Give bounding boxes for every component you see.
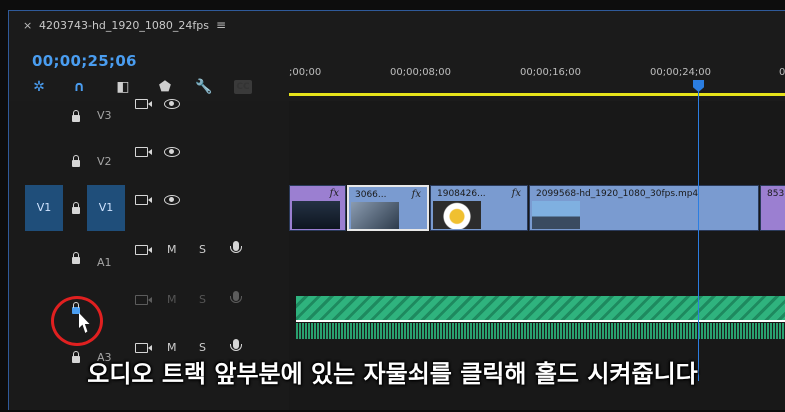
clip-thumbnail <box>292 201 340 229</box>
time-ruler[interactable]: ;00;00 00;00;08;00 00;00;16;00 00;00;24;… <box>289 47 785 95</box>
toggle-sync-lock-icon[interactable] <box>135 195 152 205</box>
toggle-track-output-eye-icon[interactable] <box>164 195 180 205</box>
audio-clip[interactable] <box>296 296 785 320</box>
audio-waveform <box>296 323 785 339</box>
ruler-label: ;00;00 <box>289 67 322 78</box>
linked-selection-icon[interactable]: ◧ <box>113 77 133 97</box>
fx-badge[interactable]: fx <box>330 188 339 199</box>
snap-magnet-icon[interactable]: ∩ <box>69 77 89 97</box>
video-clip[interactable]: 1908426... fx <box>430 185 528 231</box>
audio-volume-line[interactable] <box>296 320 785 322</box>
voice-over-record-icon[interactable] <box>230 291 242 303</box>
toggle-sync-lock-icon[interactable] <box>135 295 152 305</box>
voice-over-record-icon[interactable] <box>230 339 242 351</box>
track-target-v1[interactable]: V1 <box>87 185 125 231</box>
work-area-bar[interactable] <box>289 93 785 96</box>
clip-thumbnail <box>351 202 399 229</box>
video-clip[interactable]: 2099568-hd_1920_1080_30fps.mp4 <box>529 185 759 231</box>
playhead-line[interactable] <box>698 91 699 381</box>
track-lock-icon[interactable] <box>72 155 80 167</box>
track-lock-icon[interactable] <box>72 252 80 264</box>
track-lock-icon[interactable] <box>72 202 80 214</box>
toggle-sync-lock-icon[interactable] <box>135 147 152 157</box>
highlight-circle <box>51 296 103 346</box>
video-clip[interactable]: 853 <box>760 185 785 231</box>
track-lock-icon[interactable] <box>72 110 80 122</box>
playhead-timecode[interactable]: 00;00;25;06 <box>32 52 137 70</box>
tab-bar: × 4203743-hd_1920_1080_24fps ≡ <box>9 11 785 39</box>
ruler-label: 00;00;24;00 <box>650 67 712 78</box>
toggle-track-output-eye-icon[interactable] <box>164 147 180 157</box>
timeline-settings-wrench-icon[interactable]: 🔧 <box>194 77 214 97</box>
track-label-v2: V2 <box>97 155 112 168</box>
solo-button[interactable]: S <box>199 243 206 256</box>
fx-badge[interactable]: fx <box>412 189 421 200</box>
clip-thumbnail <box>532 201 580 229</box>
video-clip[interactable]: fx <box>289 185 346 231</box>
captions-icon[interactable]: CC <box>234 80 252 94</box>
close-tab-icon[interactable]: × <box>23 19 32 32</box>
sequence-tab-title[interactable]: 4203743-hd_1920_1080_24fps <box>39 19 209 32</box>
timeline-panel: × 4203743-hd_1920_1080_24fps ≡ 00;00;25;… <box>8 10 785 410</box>
track-label-a1: A1 <box>97 256 112 269</box>
clip-thumbnail <box>433 201 481 229</box>
toggle-sync-lock-icon[interactable] <box>135 343 152 353</box>
toggle-track-output-eye-icon[interactable] <box>164 99 180 109</box>
ruler-label: 00;00;16;00 <box>520 67 582 78</box>
mute-button[interactable]: M <box>167 341 177 354</box>
subtitle-caption: 오디오 트랙 앞부분에 있는 자물쇠를 클릭해 홀드 시켜줍니다 <box>87 360 698 388</box>
mute-button[interactable]: M <box>167 293 177 306</box>
solo-button[interactable]: S <box>199 293 206 306</box>
toggle-sync-lock-icon[interactable] <box>135 99 152 109</box>
track-label-v3: V3 <box>97 109 112 122</box>
nest-sequence-icon[interactable]: ✲ <box>29 77 49 97</box>
ruler-label: 00;00;08;00 <box>390 67 452 78</box>
toggle-sync-lock-icon[interactable] <box>135 245 152 255</box>
panel-menu-icon[interactable]: ≡ <box>216 18 226 32</box>
source-patch-v1[interactable]: V1 <box>25 185 63 231</box>
video-clip[interactable]: 3066... fx <box>347 185 429 231</box>
fx-badge[interactable]: fx <box>512 188 521 199</box>
add-marker-icon[interactable]: ⬟ <box>155 77 175 97</box>
mute-button[interactable]: M <box>167 243 177 256</box>
solo-button[interactable]: S <box>199 341 206 354</box>
ruler-label: 0 <box>779 67 785 78</box>
voice-over-record-icon[interactable] <box>230 241 242 253</box>
